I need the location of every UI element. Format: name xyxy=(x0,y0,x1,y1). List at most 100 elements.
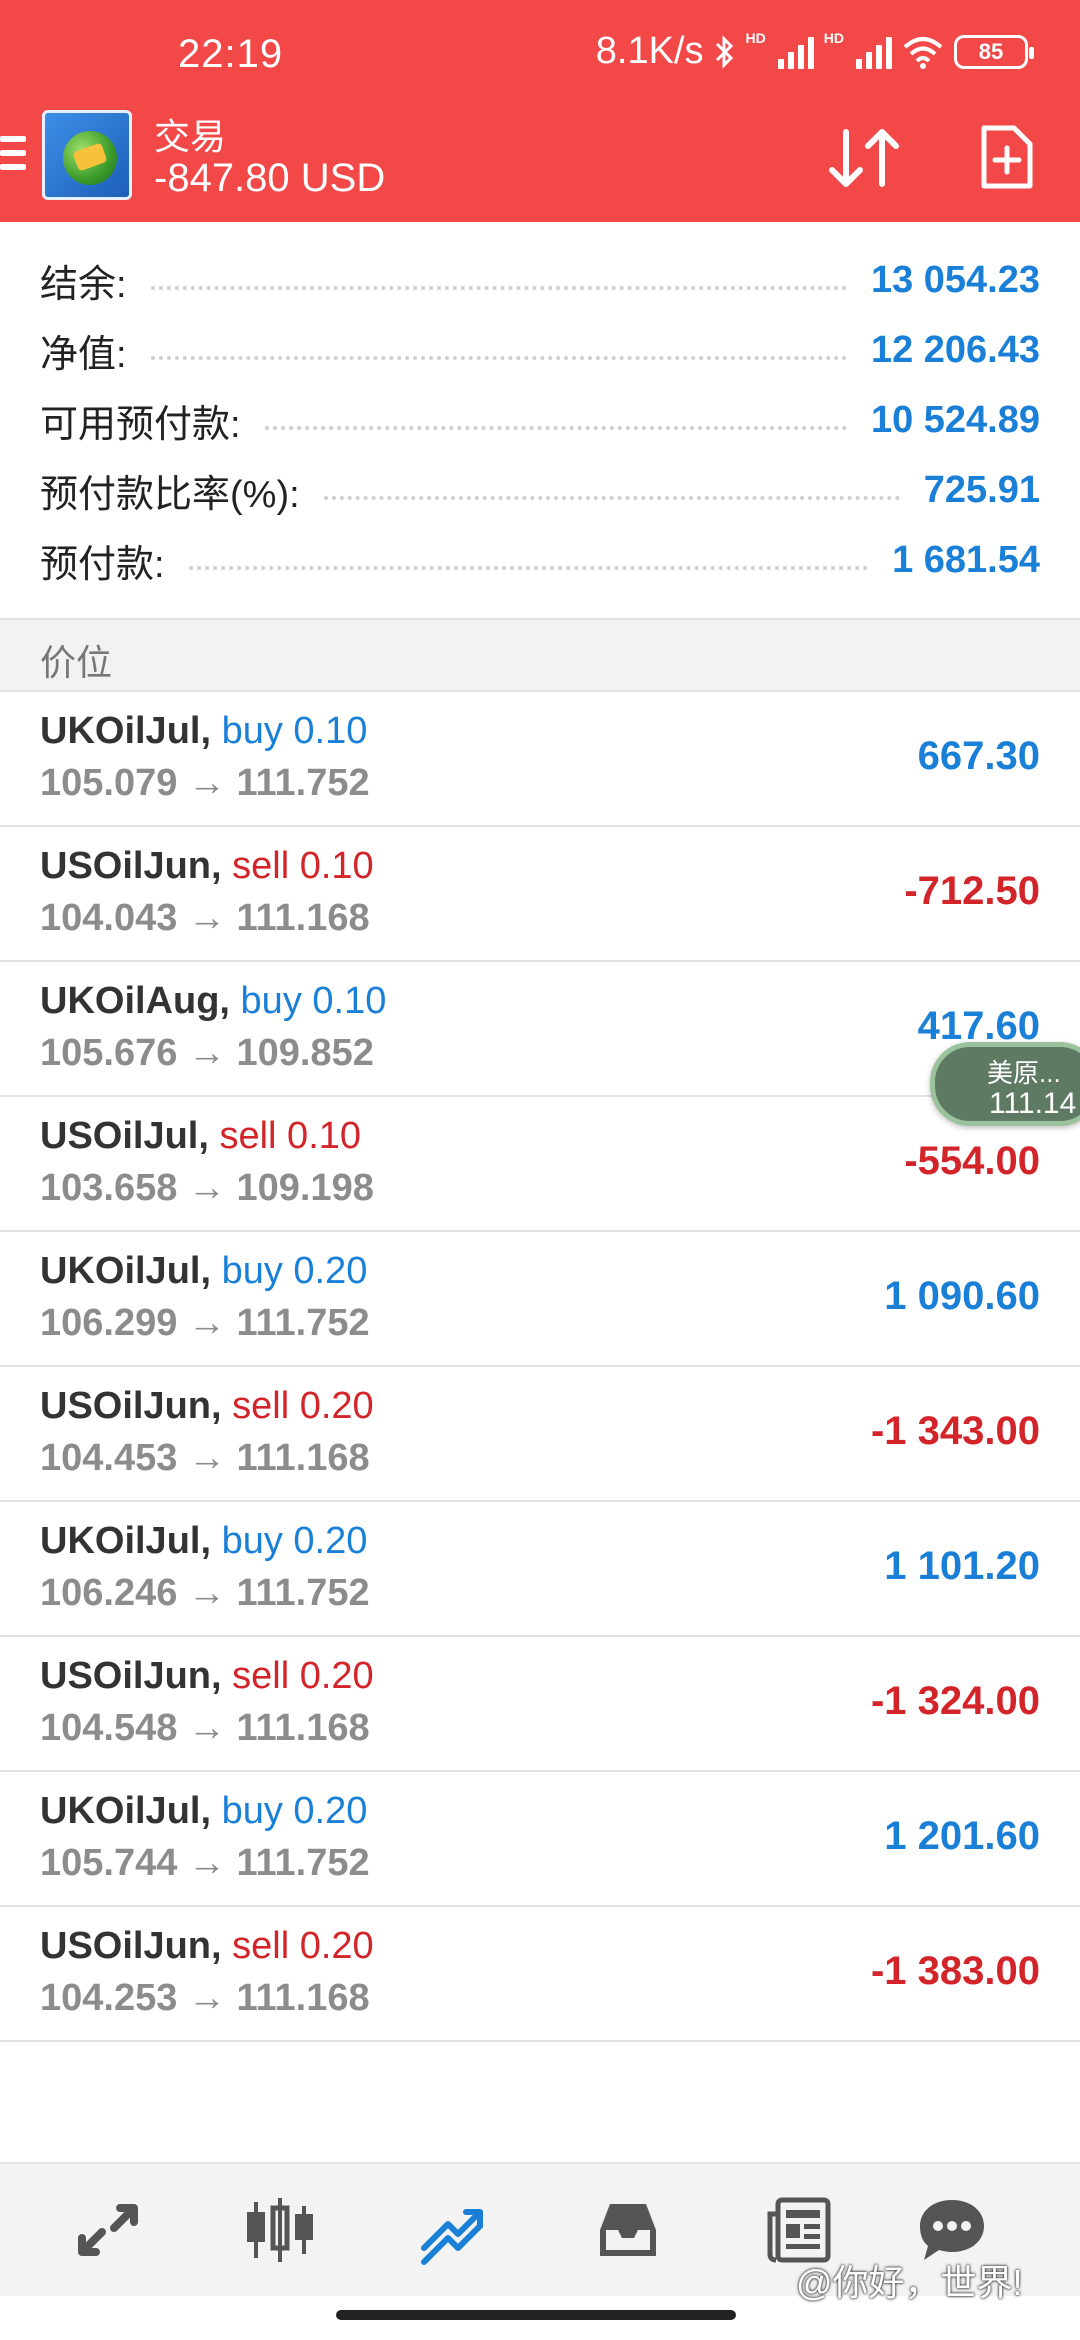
position-symbol: UKOilJul, xyxy=(40,1520,212,1562)
hd-badge-1: HD xyxy=(745,30,766,46)
metatrader-logo xyxy=(42,110,132,200)
trade-icon[interactable] xyxy=(418,2194,490,2266)
page-title: 交易 xyxy=(154,116,227,157)
floating-pl: -847.80 USD xyxy=(154,156,386,200)
status-bar: 22:19 8.1K/s HD HD 85 xyxy=(0,0,1080,100)
sort-icon[interactable] xyxy=(826,126,902,190)
floating-price-bubble[interactable]: 美原... 111.14 xyxy=(930,1042,1080,1126)
bluetooth-icon xyxy=(715,34,733,69)
position-row[interactable]: UKOilJul, buy 0.20 106.299 → 111.752 1 0… xyxy=(0,1232,1080,1367)
position-profit: -1 324.00 xyxy=(870,1679,1040,1723)
position-row[interactable]: UKOilJul, buy 0.10 105.079 → 111.752 667… xyxy=(0,692,1080,827)
position-row[interactable]: USOilJun, sell 0.20 104.253 → 111.168 -1… xyxy=(0,1907,1080,2042)
summary-label: 净值: xyxy=(40,333,127,376)
summary-row-equity: 净值: 12 206.43 xyxy=(40,320,1040,380)
wifi-icon xyxy=(903,36,943,69)
dotted-leader xyxy=(150,286,847,290)
dotted-leader xyxy=(323,496,900,500)
chart-candles-icon[interactable] xyxy=(244,2194,316,2266)
position-direction: buy 0.20 xyxy=(221,1790,368,1832)
position-prices: 105.676 → 109.852 xyxy=(40,1032,374,1074)
position-profit: -1 383.00 xyxy=(870,1949,1040,1993)
positions-list: UKOilJul, buy 0.10 105.079 → 111.752 667… xyxy=(0,692,1080,2042)
position-symbol: UKOilJul, xyxy=(40,710,212,752)
position-profit: 667.30 xyxy=(917,734,1040,778)
position-prices: 103.658 → 109.198 xyxy=(40,1167,374,1209)
position-prices: 104.453 → 111.168 xyxy=(40,1437,370,1479)
quotes-arrows-icon[interactable] xyxy=(72,2194,144,2266)
position-symbol: USOilJun, xyxy=(40,1925,222,1967)
section-header: 价位 xyxy=(0,620,1080,692)
summary-label: 预付款比率(%): xyxy=(40,473,300,516)
position-row[interactable]: USOilJul, sell 0.10 103.658 → 109.198 -5… xyxy=(0,1097,1080,1232)
position-symbol: UKOilJul, xyxy=(40,1250,212,1292)
position-symbol: USOilJul, xyxy=(40,1115,209,1157)
position-symbol: USOilJun, xyxy=(40,845,222,887)
position-row[interactable]: UKOilJul, buy 0.20 106.246 → 111.752 1 1… xyxy=(0,1502,1080,1637)
position-prices: 106.246 → 111.752 xyxy=(40,1572,370,1614)
position-direction: buy 0.10 xyxy=(221,710,368,752)
summary-value: 13 054.23 xyxy=(870,258,1040,301)
position-prices: 106.299 → 111.752 xyxy=(40,1302,370,1344)
summary-row-free-margin: 可用预付款: 10 524.89 xyxy=(40,390,1040,450)
summary-label: 可用预付款: xyxy=(40,403,241,446)
dotted-leader xyxy=(150,356,847,360)
new-order-icon[interactable] xyxy=(978,124,1034,190)
summary-row-margin: 预付款: 1 681.54 xyxy=(40,530,1040,590)
watermark-text: @你好，世界! xyxy=(796,2262,1023,2303)
position-direction: sell 0.20 xyxy=(232,1385,374,1427)
position-direction: buy 0.10 xyxy=(240,980,387,1022)
battery-icon: 85 xyxy=(954,34,1034,69)
position-prices: 105.079 → 111.752 xyxy=(40,762,370,804)
app-bar: 交易 -847.80 USD xyxy=(0,100,1080,222)
position-direction: sell 0.20 xyxy=(232,1925,374,1967)
position-direction: sell 0.10 xyxy=(219,1115,362,1157)
status-indicators: 8.1K/s HD HD 85 xyxy=(595,30,1034,73)
position-symbol: USOilJun, xyxy=(40,1655,222,1697)
clock: 22:19 xyxy=(178,32,284,76)
position-prices: 105.744 → 111.752 xyxy=(40,1842,370,1884)
summary-label: 预付款: xyxy=(40,543,165,586)
summary-row-margin-level: 预付款比率(%): 725.91 xyxy=(40,460,1040,520)
dotted-leader xyxy=(264,426,847,430)
bubble-value: 111.14 xyxy=(989,1087,1077,1120)
position-direction: sell 0.20 xyxy=(232,1655,374,1697)
position-profit: 1 101.20 xyxy=(884,1544,1040,1588)
position-row[interactable]: UKOilAug, buy 0.10 105.676 → 109.852 417… xyxy=(0,962,1080,1097)
section-label: 价位 xyxy=(40,642,113,683)
menu-icon[interactable] xyxy=(0,136,26,176)
position-symbol: USOilJun, xyxy=(40,1385,222,1427)
hd-badge-2: HD xyxy=(823,30,844,46)
position-direction: buy 0.20 xyxy=(221,1250,368,1292)
position-profit: 1 201.60 xyxy=(884,1814,1040,1858)
position-row[interactable]: USOilJun, sell 0.20 104.548 → 111.168 -1… xyxy=(0,1637,1080,1772)
position-symbol: UKOilJul, xyxy=(40,1790,212,1832)
position-profit: 1 090.60 xyxy=(884,1274,1040,1318)
position-prices: 104.548 → 111.168 xyxy=(40,1707,370,1749)
position-profit: -1 343.00 xyxy=(870,1409,1040,1453)
top-bar: 22:19 8.1K/s HD HD 85 交易 -847.80 USD xyxy=(0,0,1080,222)
summary-value: 12 206.43 xyxy=(870,328,1040,371)
position-symbol: UKOilAug, xyxy=(40,980,230,1022)
summary-row-balance: 结余: 13 054.23 xyxy=(40,250,1040,310)
summary-value: 10 524.89 xyxy=(870,398,1040,441)
position-row[interactable]: USOilJun, sell 0.10 104.043 → 111.168 -7… xyxy=(0,827,1080,962)
history-inbox-icon[interactable] xyxy=(592,2194,664,2266)
battery-level: 85 xyxy=(978,38,1004,64)
position-profit: -712.50 xyxy=(904,869,1040,913)
home-indicator[interactable] xyxy=(336,2310,736,2320)
net-speed: 8.1K/s xyxy=(595,30,704,72)
summary-value: 1 681.54 xyxy=(892,538,1040,581)
position-row[interactable]: USOilJun, sell 0.20 104.453 → 111.168 -1… xyxy=(0,1367,1080,1502)
position-row[interactable]: UKOilJul, buy 0.20 105.744 → 111.752 1 2… xyxy=(0,1772,1080,1907)
dotted-leader xyxy=(188,566,869,570)
position-prices: 104.043 → 111.168 xyxy=(40,897,370,939)
summary-label: 结余: xyxy=(40,263,127,306)
account-summary: 结余: 13 054.23 净值: 12 206.43 可用预付款: 10 52… xyxy=(0,222,1080,620)
signal-icon-2 xyxy=(856,35,892,69)
position-direction: buy 0.20 xyxy=(221,1520,368,1562)
position-prices: 104.253 → 111.168 xyxy=(40,1977,370,2019)
position-direction: sell 0.10 xyxy=(232,845,374,887)
signal-icon-1 xyxy=(777,35,814,69)
position-profit: -554.00 xyxy=(904,1139,1040,1183)
